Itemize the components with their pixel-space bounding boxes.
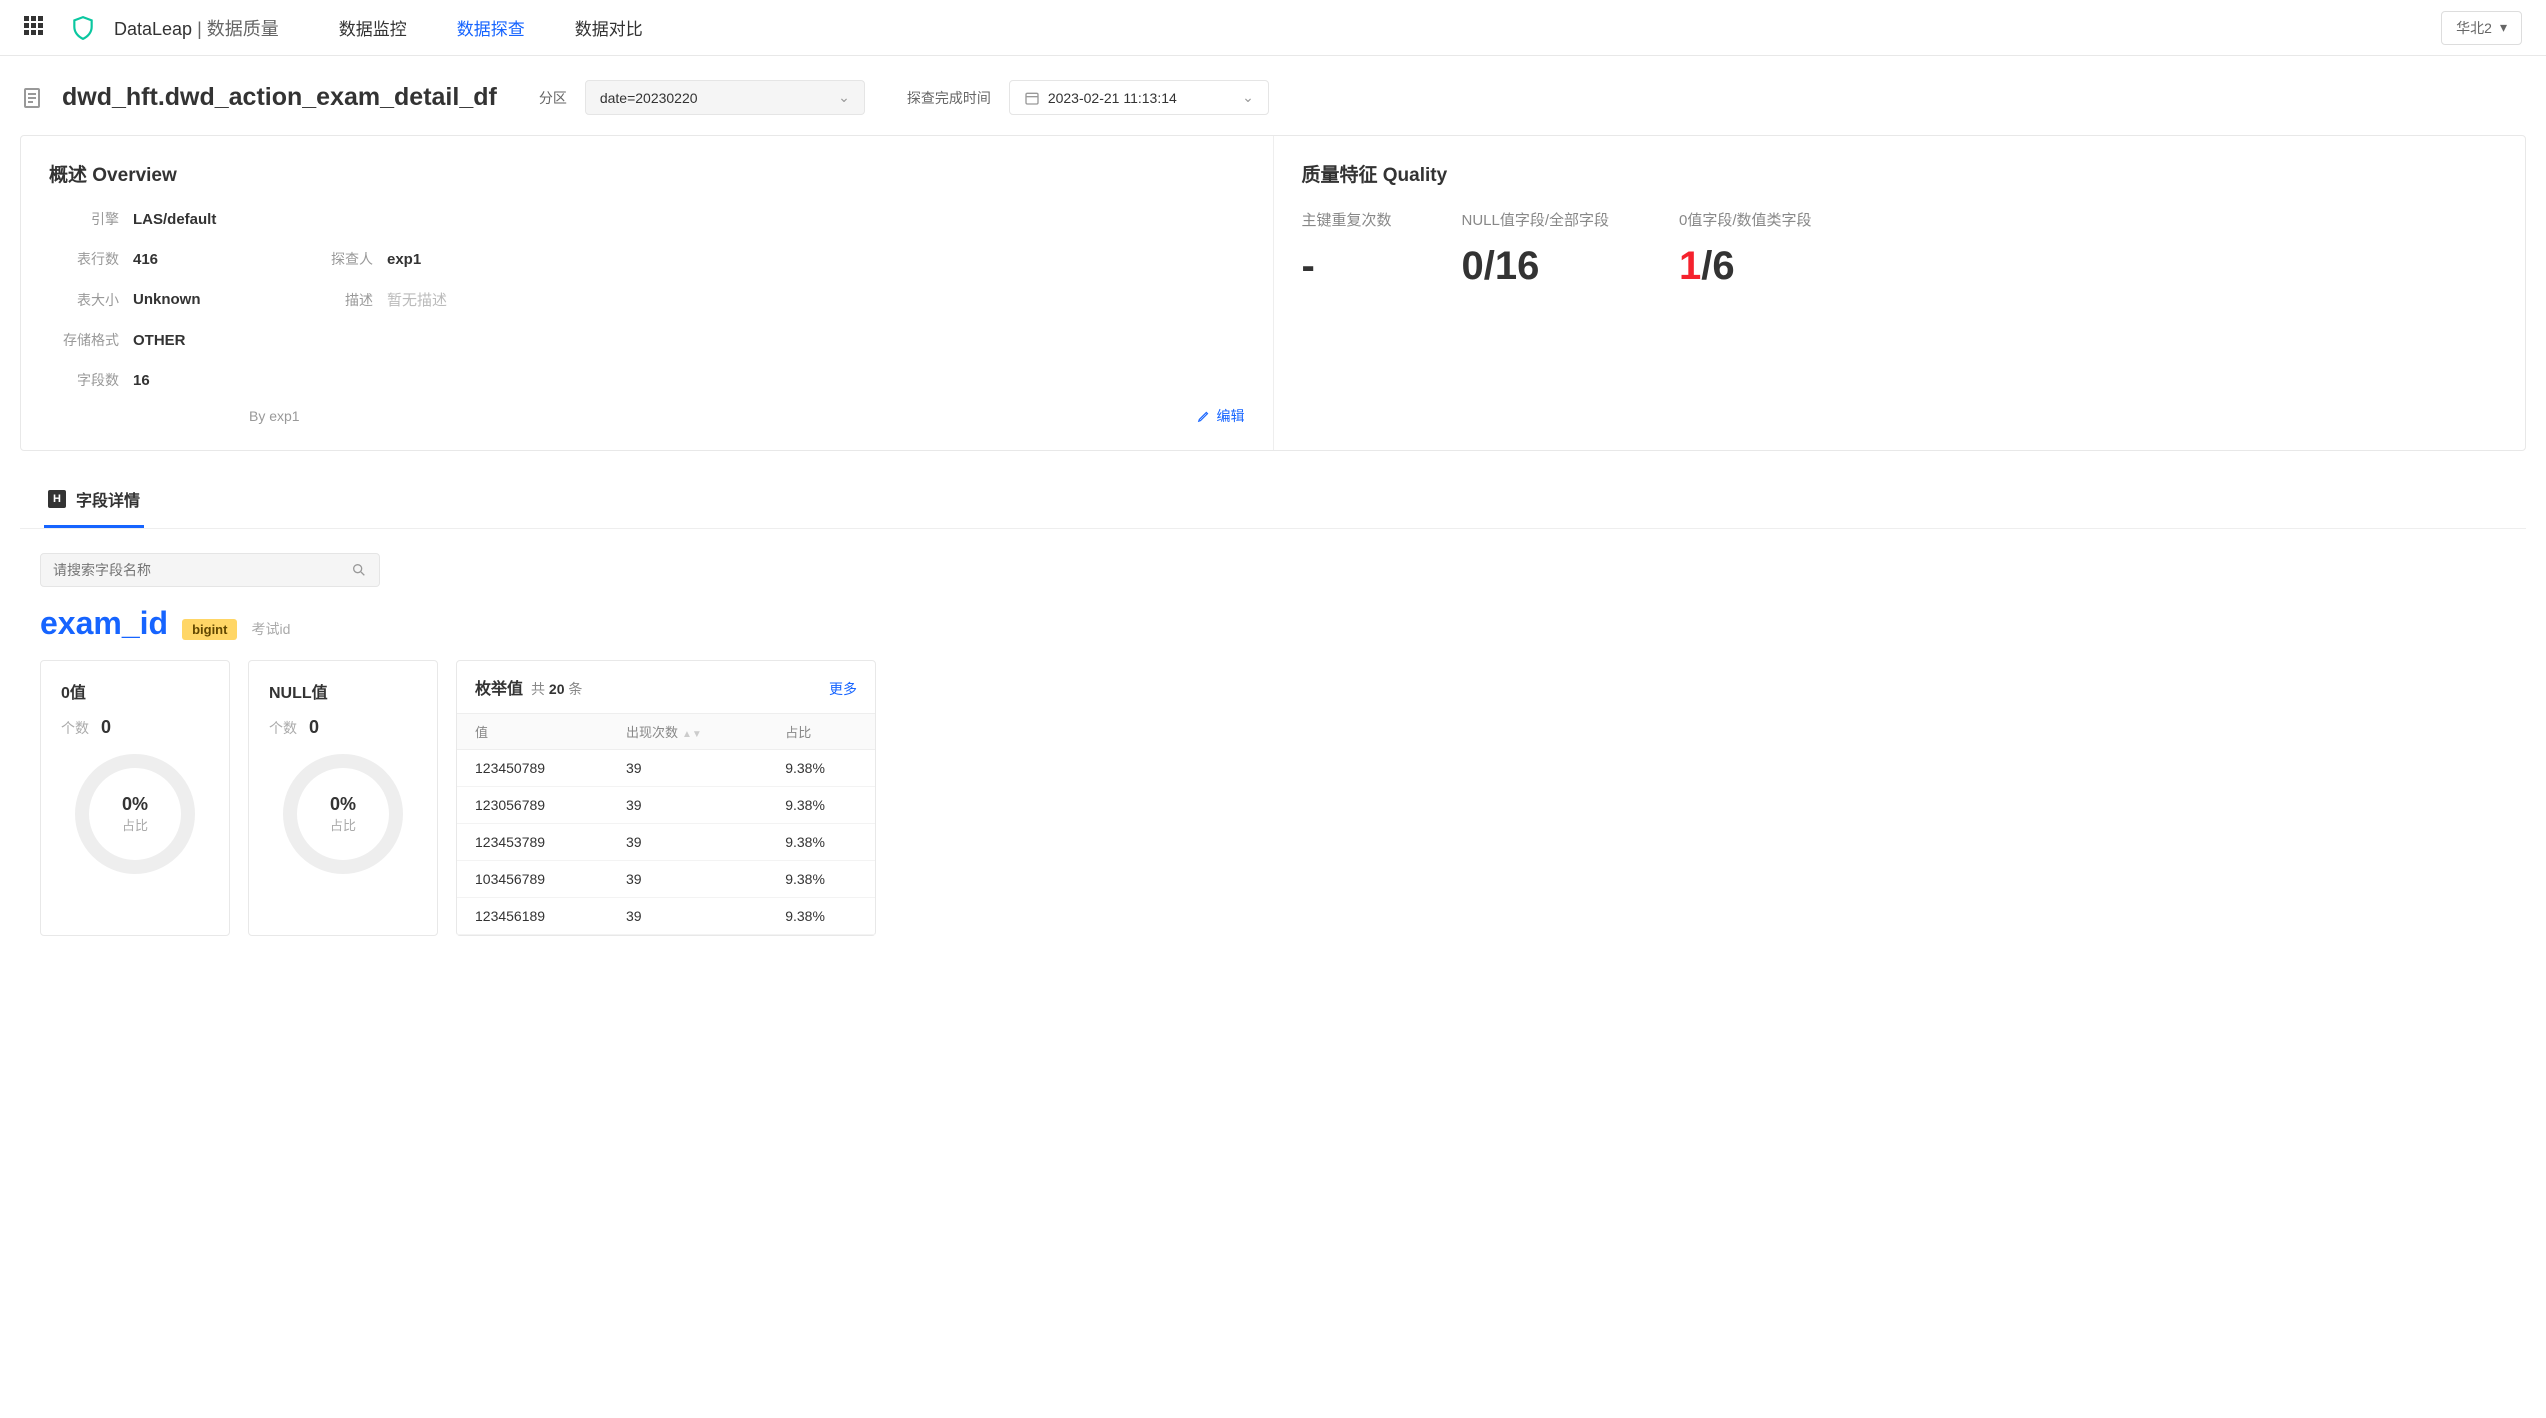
region-select[interactable]: 华北2 ▾ (2441, 11, 2522, 45)
kv-label: 描述 (303, 290, 387, 310)
partition-label: 分区 (539, 88, 567, 108)
kv-label: 字段数 (49, 370, 133, 390)
nav-inspect[interactable]: 数据探查 (457, 15, 525, 40)
type-badge: bigint (182, 619, 237, 640)
kv-label: 探查人 (303, 249, 387, 269)
more-link[interactable]: 更多 (829, 679, 857, 699)
col-value: 值 (457, 714, 608, 750)
kv-label: 表大小 (49, 290, 133, 310)
quality-metric: NULL值字段/全部字段 0/16 (1462, 209, 1610, 289)
kv-value: LAS/default (133, 211, 303, 228)
table-row: 123450789399.38% (457, 750, 875, 787)
chevron-down-icon: ⌄ (838, 89, 850, 106)
quality-panel: 质量特征 Quality 主键重复次数 - NULL值字段/全部字段 0/16 … (1274, 136, 2526, 450)
enum-table: 值 出现次数▲▼ 占比 123450789399.38%123056789399… (457, 713, 875, 935)
file-icon (20, 86, 44, 110)
calendar-icon (1024, 90, 1040, 106)
apps-icon[interactable] (24, 16, 48, 40)
header-row: dwd_hft.dwd_action_exam_detail_df 分区 dat… (20, 80, 2526, 115)
sort-icon: ▲▼ (682, 729, 702, 740)
h-icon: H (48, 490, 66, 508)
edit-icon (1197, 409, 1211, 423)
nav-monitor[interactable]: 数据监控 (339, 15, 407, 40)
tab-field-detail[interactable]: H 字段详情 (44, 473, 144, 528)
kv-label: 引擎 (49, 209, 133, 229)
brand: DataLeap | 数据质量 (114, 15, 279, 41)
col-count[interactable]: 出现次数▲▼ (608, 714, 767, 750)
overview-title: 概述 Overview (49, 160, 1245, 187)
quality-title: 质量特征 Quality (1302, 160, 2498, 187)
kv-label: 存储格式 (49, 330, 133, 350)
nav-compare[interactable]: 数据对比 (575, 15, 643, 40)
search-input[interactable] (53, 562, 351, 578)
table-row: 103456789399.38% (457, 861, 875, 898)
by-text: By exp1 (249, 408, 300, 424)
topbar: DataLeap | 数据质量 数据监控 数据探查 数据对比 华北2 ▾ (0, 0, 2546, 56)
caret-down-icon: ▾ (2500, 19, 2507, 36)
nav-tabs: 数据监控 数据探查 数据对比 (339, 15, 643, 40)
col-ratio: 占比 (767, 714, 875, 750)
time-label: 探查完成时间 (907, 88, 991, 108)
chevron-down-icon: ⌄ (1242, 89, 1254, 106)
partition-select[interactable]: date=20230220 ⌄ (585, 80, 865, 115)
shield-icon (70, 15, 96, 41)
enum-card: 枚举值 共 20 条 更多 值 出现次数▲▼ 占比 123450789399.3… (456, 660, 876, 936)
overview-panel: 概述 Overview 引擎 LAS/default 表行数 416 探查人 e… (21, 136, 1274, 450)
kv-value: Unknown (133, 291, 303, 308)
kv-label: 表行数 (49, 249, 133, 269)
time-select[interactable]: 2023-02-21 11:13:14 ⌄ (1009, 80, 1269, 115)
search-icon (351, 562, 367, 578)
table-row: 123056789399.38% (457, 787, 875, 824)
page-title: dwd_hft.dwd_action_exam_detail_df (62, 83, 497, 112)
quality-metric: 0值字段/数值类字段 1/6 (1679, 209, 1812, 289)
table-row: 123456189399.38% (457, 898, 875, 935)
table-row: 123453789399.38% (457, 824, 875, 861)
kv-value: OTHER (133, 332, 303, 349)
field-desc: 考试id (251, 619, 290, 639)
search-box[interactable] (40, 553, 380, 587)
zero-value-card: 0值 个数0 0% 占比 (40, 660, 230, 936)
field-header: exam_id bigint 考试id (40, 605, 2506, 642)
kv-value: 暂无描述 (387, 289, 1245, 310)
kv-value: 16 (133, 372, 303, 389)
donut-chart: 0% 占比 (283, 754, 403, 874)
null-value-card: NULL值 个数0 0% 占比 (248, 660, 438, 936)
kv-value: exp1 (387, 251, 1245, 268)
field-name: exam_id (40, 605, 168, 642)
edit-link[interactable]: 编辑 (1197, 406, 1245, 426)
donut-chart: 0% 占比 (75, 754, 195, 874)
kv-value: 416 (133, 251, 303, 268)
quality-metric: 主键重复次数 - (1302, 209, 1392, 289)
tab-bar: H 字段详情 (20, 473, 2526, 529)
